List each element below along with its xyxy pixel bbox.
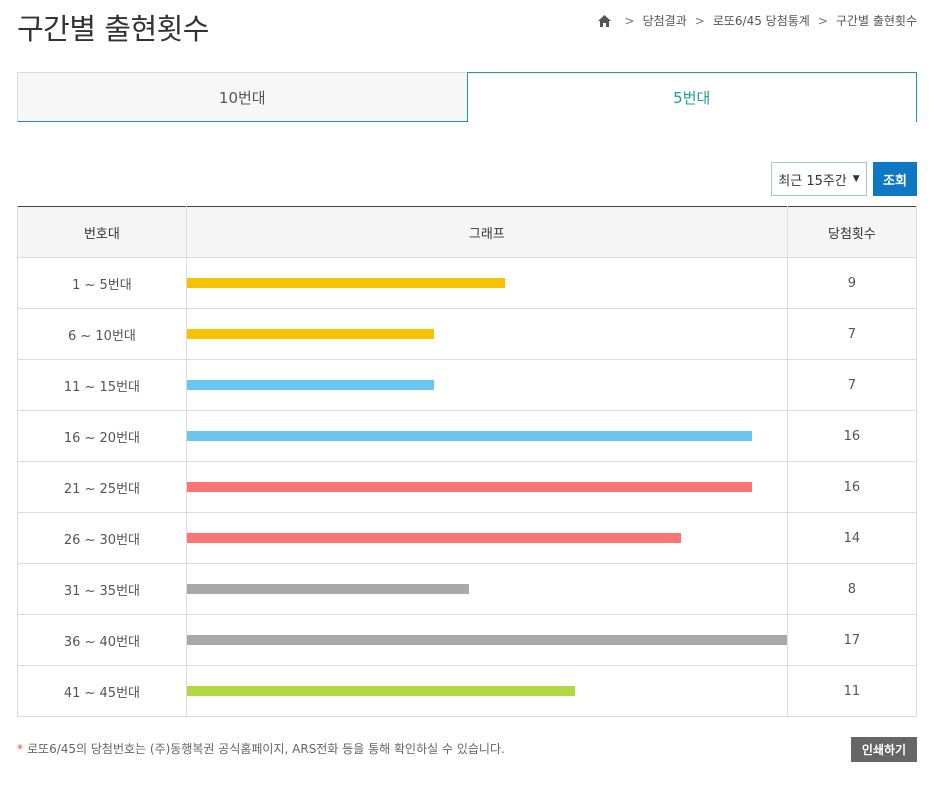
table-row: 26 ~ 30번대 14 — [17, 512, 918, 564]
asterisk-icon: * — [17, 742, 23, 756]
count-cell: 7 — [786, 359, 918, 411]
graph-cell — [185, 308, 788, 360]
chevron-right-icon: > — [694, 13, 705, 28]
count-cell: 16 — [786, 410, 918, 462]
count-cell: 7 — [786, 308, 918, 360]
header-graph: 그래프 — [185, 206, 788, 258]
footer-note: * 로또6/45의 당첨번호는 (주)동행복권 공식홈페이지, ARS전화 등을 … — [17, 740, 505, 757]
header-range: 번호대 — [17, 206, 187, 258]
graph-cell — [185, 257, 788, 309]
caret-down-icon: ▼ — [852, 174, 860, 184]
table-row: 16 ~ 20번대 16 — [17, 410, 918, 462]
range-cell: 1 ~ 5번대 — [17, 257, 187, 309]
table-row: 21 ~ 25번대 16 — [17, 461, 918, 513]
count-cell: 9 — [786, 257, 918, 309]
breadcrumb-item-stats[interactable]: 로또6/45 당첨통계 — [713, 12, 810, 29]
range-cell: 6 ~ 10번대 — [17, 308, 187, 360]
count-cell: 11 — [786, 665, 918, 717]
page-title: 구간별 출현횟수 — [17, 12, 209, 46]
frequency-bar — [186, 431, 752, 441]
graph-cell — [185, 461, 788, 513]
frequency-bar — [186, 635, 787, 645]
footer-note-text: 로또6/45의 당첨번호는 (주)동행복권 공식홈페이지, ARS전화 등을 통… — [27, 742, 505, 756]
range-cell: 16 ~ 20번대 — [17, 410, 187, 462]
graph-cell — [185, 563, 788, 615]
frequency-bar — [186, 533, 681, 543]
chevron-right-icon: > — [817, 13, 828, 28]
frequency-bar — [186, 278, 505, 288]
table-row: 1 ~ 5번대 9 — [17, 257, 918, 309]
table-body: 1 ~ 5번대 9 6 ~ 10번대 7 11 ~ 15번대 7 16 ~ 20번대 16 21… — [17, 257, 918, 717]
range-cell: 26 ~ 30번대 — [17, 512, 187, 564]
graph-cell — [185, 614, 788, 666]
frequency-bar — [186, 482, 752, 492]
range-cell: 41 ~ 45번대 — [17, 665, 187, 717]
print-button[interactable]: 인쇄하기 — [851, 737, 917, 762]
graph-cell — [185, 512, 788, 564]
frequency-bar — [186, 380, 434, 390]
range-tabs: 10번대 5번대 — [17, 72, 917, 122]
count-cell: 8 — [786, 563, 918, 615]
count-cell: 17 — [786, 614, 918, 666]
range-cell: 31 ~ 35번대 — [17, 563, 187, 615]
breadcrumb-item-results[interactable]: 당첨결과 — [643, 12, 687, 29]
filter-controls: 최근 15주간 ▼ 조회 — [771, 162, 917, 196]
count-cell: 14 — [786, 512, 918, 564]
chevron-right-icon: > — [624, 13, 635, 28]
period-select[interactable]: 최근 15주간 ▼ — [771, 162, 867, 196]
header-count: 당첨횟수 — [786, 206, 918, 258]
home-icon[interactable] — [597, 14, 611, 27]
frequency-bar — [186, 329, 434, 339]
graph-cell — [185, 359, 788, 411]
table-row: 6 ~ 10번대 7 — [17, 308, 918, 360]
graph-cell — [185, 665, 788, 717]
frequency-bar — [186, 584, 469, 594]
table-row: 36 ~ 40번대 17 — [17, 614, 918, 666]
table-row: 11 ~ 15번대 7 — [17, 359, 918, 411]
frequency-bar — [186, 686, 575, 696]
query-button[interactable]: 조회 — [873, 162, 917, 196]
breadcrumb-item-current: 구간별 출현횟수 — [835, 14, 917, 28]
breadcrumb: > 당첨결과 > 로또6/45 당첨통계 > 구간별 출현횟수 — [597, 12, 917, 29]
range-cell: 36 ~ 40번대 — [17, 614, 187, 666]
range-cell: 21 ~ 25번대 — [17, 461, 187, 513]
range-stats-table: 번호대 그래프 당첨횟수 1 ~ 5번대 9 6 ~ 10번대 7 11 ~ 15번대 7… — [17, 206, 918, 717]
tab-5-range[interactable]: 5번대 — [466, 72, 917, 122]
table-row: 31 ~ 35번대 8 — [17, 563, 918, 615]
count-cell: 16 — [786, 461, 918, 513]
range-cell: 11 ~ 15번대 — [17, 359, 187, 411]
table-row: 41 ~ 45번대 11 — [17, 665, 918, 717]
table-header-row: 번호대 그래프 당첨횟수 — [17, 206, 918, 258]
period-select-value: 최근 15주간 — [778, 173, 847, 189]
tab-10-range[interactable]: 10번대 — [17, 72, 467, 122]
graph-cell — [185, 410, 788, 462]
